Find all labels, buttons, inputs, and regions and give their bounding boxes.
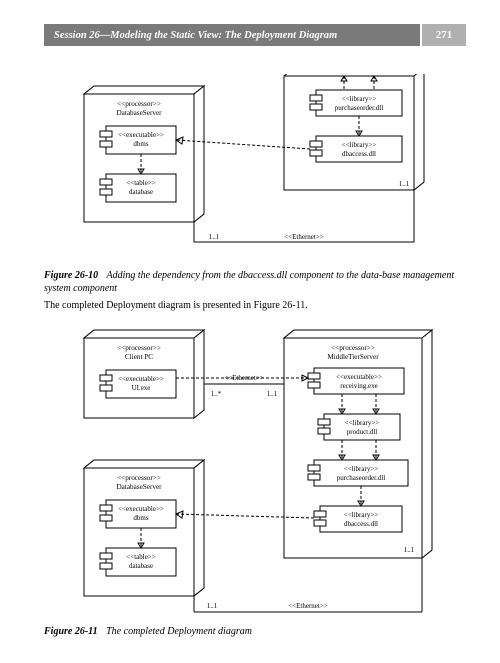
svg-text:UI.exe: UI.exe: [132, 384, 151, 392]
body-paragraph: The completed Deployment diagram is pres…: [44, 299, 466, 312]
node-database-server: <<processor>> DatabaseServer <<executabl…: [84, 86, 204, 222]
node-client-pc: <<processor>> Client PC <<executable>> U…: [84, 330, 204, 418]
figure-26-10-caption: Figure 26-10 Adding the dependency from …: [44, 270, 466, 295]
svg-text:purchaseorder.dll: purchaseorder.dll: [335, 104, 383, 112]
component-ui-exe: <<executable>> UI.exe: [100, 370, 176, 398]
mult-1-1-d: 1..1: [267, 390, 278, 398]
component-dbms: <<executable>> dbms: [100, 126, 176, 154]
node-database-server-2: <<processor>> DatabaseServer <<executabl…: [84, 460, 204, 596]
svg-text:<<executable>>: <<executable>>: [118, 505, 164, 513]
component-purchaseorder: <<library>> purchaseorder.dll: [310, 90, 402, 116]
svg-text:receiving.exe: receiving.exe: [340, 382, 378, 390]
svg-text:<<library>>: <<library>>: [344, 511, 379, 519]
figure-number-2: Figure 26-11: [44, 626, 98, 637]
svg-text:<<library>>: <<library>>: [345, 419, 380, 427]
svg-text:<<executable>>: <<executable>>: [118, 131, 164, 139]
component-dbms-2: <<executable>> dbms: [100, 500, 176, 528]
svg-text:<<executable>>: <<executable>>: [336, 373, 382, 381]
svg-text:<<table>>: <<table>>: [126, 553, 155, 561]
svg-text:product.dll: product.dll: [347, 428, 378, 436]
mult-1-1-a: 1..1: [399, 180, 410, 188]
component-product: <<library>> product.dll: [318, 414, 400, 440]
page-header: Session 26—Modeling the Static View: The…: [44, 24, 466, 46]
svg-text:<<table>>: <<table>>: [126, 179, 155, 187]
figure-number: Figure 26-10: [44, 270, 98, 281]
node-middle-tier: <<processor>> MiddleTierServer <<executa…: [284, 330, 432, 558]
figure-caption-text-2: The completed Deployment diagram: [106, 626, 252, 637]
header-title: Session 26—Modeling the Static View: The…: [44, 24, 420, 46]
mult-1-1-c: 1..1: [404, 546, 415, 554]
figure-26-10: .node3d { fill:#fff; stroke:#000; stroke…: [44, 74, 454, 264]
svg-text:<<library>>: <<library>>: [342, 95, 377, 103]
svg-text:<<processor>>: <<processor>>: [117, 344, 161, 352]
svg-text:database: database: [129, 188, 153, 196]
component-dbaccess: <<library>> dbaccess.dll: [310, 136, 402, 162]
label-client-pc: Client PC: [125, 353, 153, 361]
svg-text:DatabaseServer: DatabaseServer: [116, 483, 162, 491]
component-purchaseorder-2: <<library>> purchaseorder.dll: [308, 460, 408, 486]
svg-text:<<library>>: <<library>>: [344, 465, 379, 473]
svg-text:<<library>>: <<library>>: [342, 141, 377, 149]
figure-caption-text: Adding the dependency from the dbaccess.…: [44, 270, 454, 294]
svg-text:database: database: [129, 562, 153, 570]
node-right-partial: <<library>> purchaseorder.dll <<library>…: [284, 74, 424, 190]
stereotype-processor: <<processor>>: [117, 100, 161, 108]
label-database-server: DatabaseServer: [116, 109, 162, 117]
svg-text:purchaseorder.dll: purchaseorder.dll: [337, 474, 385, 482]
svg-text:<<processor>>: <<processor>>: [331, 344, 375, 352]
figure-26-11-caption: Figure 26-11 The completed Deployment di…: [44, 626, 466, 639]
mult-1-1-e: 1..1: [207, 602, 218, 610]
ethernet-label-3: <<Ethernet>>: [288, 602, 328, 610]
svg-text:dbaccess.dll: dbaccess.dll: [342, 150, 376, 158]
label-middle-tier: MiddleTierServer: [327, 353, 379, 361]
svg-text:<<executable>>: <<executable>>: [118, 375, 164, 383]
mult-1-1-b: 1..1: [209, 233, 220, 241]
header-page-number: 271: [422, 24, 466, 46]
component-database: <<table>> database: [100, 174, 176, 202]
component-receiving: <<executable>> receiving.exe: [308, 368, 404, 394]
mult-1-star: 1..*: [211, 390, 222, 398]
figure-26-11: .node3d { fill:#fff; stroke:#000; stroke…: [44, 320, 454, 620]
svg-text:dbms: dbms: [133, 514, 148, 522]
svg-text:dbaccess.dll: dbaccess.dll: [344, 520, 378, 528]
svg-text:dbms: dbms: [133, 140, 148, 148]
component-dbaccess-2: <<library>> dbaccess.dll: [314, 506, 402, 532]
component-database-2: <<table>> database: [100, 548, 176, 576]
ethernet-label-1: <<Ethernet>>: [284, 233, 324, 241]
svg-text:<<processor>>: <<processor>>: [117, 474, 161, 482]
